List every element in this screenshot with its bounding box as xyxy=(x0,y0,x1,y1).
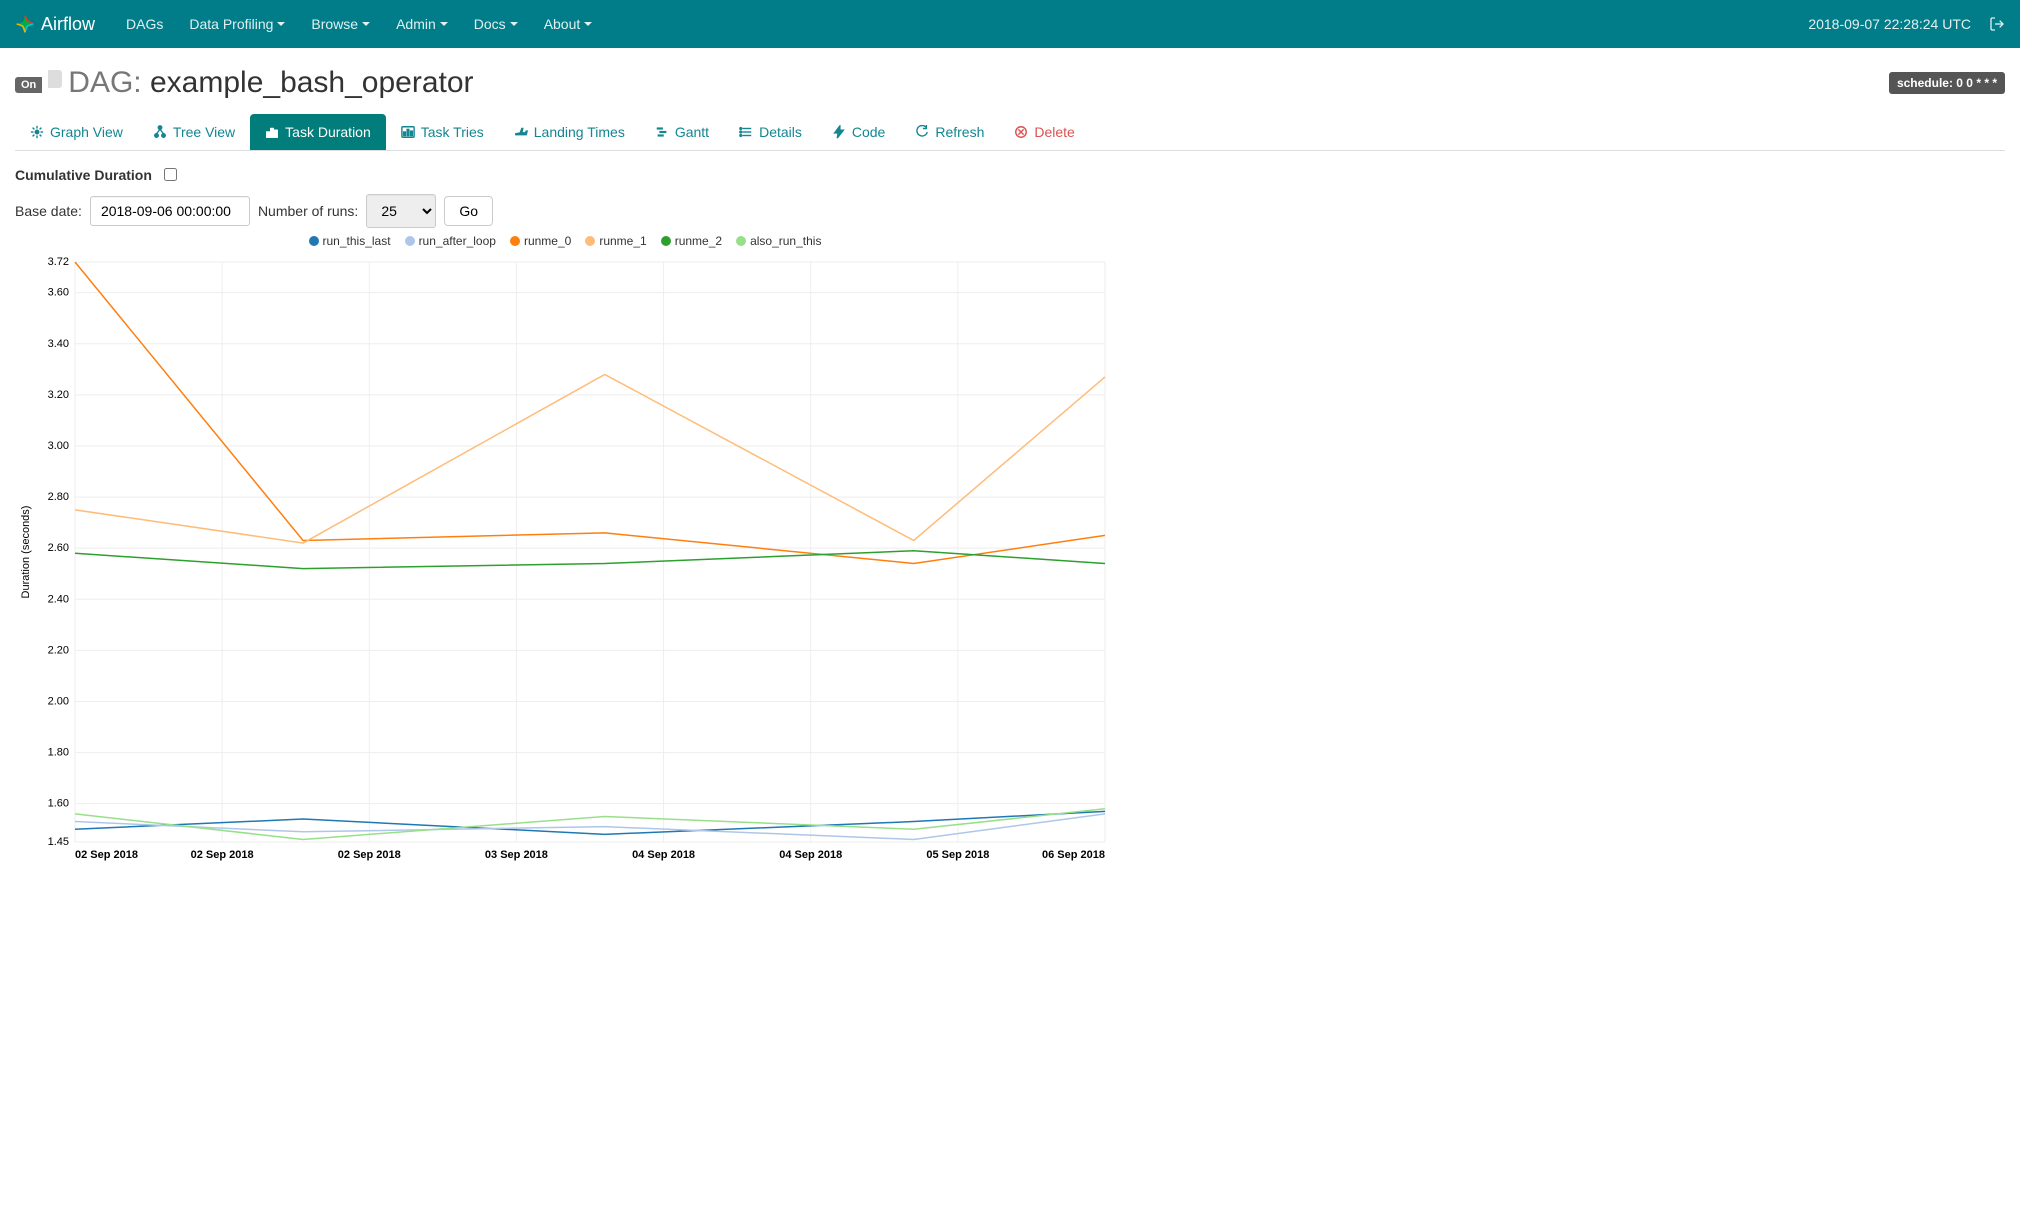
svg-text:1.80: 1.80 xyxy=(48,747,69,759)
svg-text:3.40: 3.40 xyxy=(48,338,69,350)
svg-text:1.45: 1.45 xyxy=(48,836,69,848)
svg-text:3.00: 3.00 xyxy=(48,440,69,452)
navbar: Airflow DAGsData ProfilingBrowseAdminDoc… xyxy=(0,0,2020,48)
svg-text:2.20: 2.20 xyxy=(48,644,69,656)
chart-icon xyxy=(401,125,415,139)
nav-about[interactable]: About xyxy=(531,16,606,32)
chart-legend: run_this_last run_after_loop runme_0 runme_… xyxy=(15,234,1115,248)
burst-icon xyxy=(30,125,44,139)
svg-text:2.00: 2.00 xyxy=(48,695,69,707)
nav-admin[interactable]: Admin xyxy=(383,16,461,32)
nav-dags[interactable]: DAGs xyxy=(113,16,176,32)
base-date-label: Base date: xyxy=(15,203,82,219)
legend-runme_1[interactable]: runme_1 xyxy=(585,234,646,248)
svg-text:05 Sep 2018: 05 Sep 2018 xyxy=(926,849,989,861)
dag-toggle-track[interactable] xyxy=(48,70,62,88)
cumulative-checkbox[interactable] xyxy=(164,168,177,181)
svg-text:2.40: 2.40 xyxy=(48,593,69,605)
tab-delete[interactable]: Delete xyxy=(999,114,1089,150)
tab-details[interactable]: Details xyxy=(724,114,817,150)
schedule-badge: schedule: 0 0 * * * xyxy=(1889,72,2005,94)
svg-text:02 Sep 2018: 02 Sep 2018 xyxy=(191,849,254,861)
tab-graph-view[interactable]: Graph View xyxy=(15,114,138,150)
dag-toggle[interactable]: On xyxy=(15,77,42,93)
task-duration-chart: run_this_last run_after_loop runme_0 runme_… xyxy=(15,234,1115,875)
tree-icon xyxy=(153,125,167,139)
logout-icon[interactable] xyxy=(1989,16,2005,32)
go-button[interactable]: Go xyxy=(444,196,493,226)
base-date-input[interactable] xyxy=(90,196,250,226)
svg-text:Duration (seconds): Duration (seconds) xyxy=(20,506,32,599)
tab-task-duration[interactable]: Task Duration xyxy=(250,114,386,150)
svg-text:3.20: 3.20 xyxy=(48,389,69,401)
svg-text:2.60: 2.60 xyxy=(48,542,69,554)
utc-clock: 2018-09-07 22:28:24 UTC xyxy=(1808,16,1971,32)
legend-runme_0[interactable]: runme_0 xyxy=(510,234,571,248)
svg-text:03 Sep 2018: 03 Sep 2018 xyxy=(485,849,548,861)
num-runs-select[interactable]: 25 xyxy=(366,194,436,228)
svg-text:02 Sep 2018: 02 Sep 2018 xyxy=(338,849,401,861)
dag-id: example_bash_operator xyxy=(150,66,474,99)
svg-text:02 Sep 2018: 02 Sep 2018 xyxy=(75,849,138,861)
legend-also_run_this[interactable]: also_run_this xyxy=(736,234,821,248)
nav-data-profiling[interactable]: Data Profiling xyxy=(176,16,298,32)
gantt-icon xyxy=(655,125,669,139)
list-icon xyxy=(739,125,753,139)
chart-svg: 1.45 1.60 1.80 2.00 2.20 2.40 2.60 2.80 3.00 3.20… xyxy=(15,252,1115,872)
dag-prefix: DAG: xyxy=(68,66,141,99)
svg-text:2.80: 2.80 xyxy=(48,491,69,503)
svg-text:1.60: 1.60 xyxy=(48,798,69,810)
delete-icon xyxy=(1014,125,1028,139)
airflow-logo-icon xyxy=(15,14,35,34)
svg-text:3.72: 3.72 xyxy=(48,256,69,268)
nav-browse[interactable]: Browse xyxy=(298,16,383,32)
legend-runme_2[interactable]: runme_2 xyxy=(661,234,722,248)
dag-header: On DAG: example_bash_operator schedule: … xyxy=(15,66,2005,100)
tab-tree-view[interactable]: Tree View xyxy=(138,114,250,150)
tab-task-tries[interactable]: Task Tries xyxy=(386,114,499,150)
tab-refresh[interactable]: Refresh xyxy=(900,114,999,150)
refresh-icon xyxy=(915,125,929,139)
svg-text:3.60: 3.60 xyxy=(48,287,69,299)
bars-icon xyxy=(265,125,279,139)
num-runs-label: Number of runs: xyxy=(258,203,358,219)
legend-run_this_last[interactable]: run_this_last xyxy=(309,234,391,248)
brand-label: Airflow xyxy=(41,14,95,35)
svg-text:06 Sep 2018: 06 Sep 2018 xyxy=(1042,849,1105,861)
tab-landing-times[interactable]: Landing Times xyxy=(499,114,640,150)
tab-code[interactable]: Code xyxy=(817,114,900,150)
nav-docs[interactable]: Docs xyxy=(461,16,531,32)
bolt-icon xyxy=(832,125,846,139)
view-tabs: Graph ViewTree ViewTask DurationTask Tri… xyxy=(15,114,2005,151)
plane-icon xyxy=(514,125,528,139)
brand[interactable]: Airflow xyxy=(15,14,95,35)
svg-text:04 Sep 2018: 04 Sep 2018 xyxy=(779,849,842,861)
cumulative-label: Cumulative Duration xyxy=(15,167,152,183)
legend-run_after_loop[interactable]: run_after_loop xyxy=(405,234,496,248)
tab-gantt[interactable]: Gantt xyxy=(640,114,724,150)
svg-text:04 Sep 2018: 04 Sep 2018 xyxy=(632,849,695,861)
